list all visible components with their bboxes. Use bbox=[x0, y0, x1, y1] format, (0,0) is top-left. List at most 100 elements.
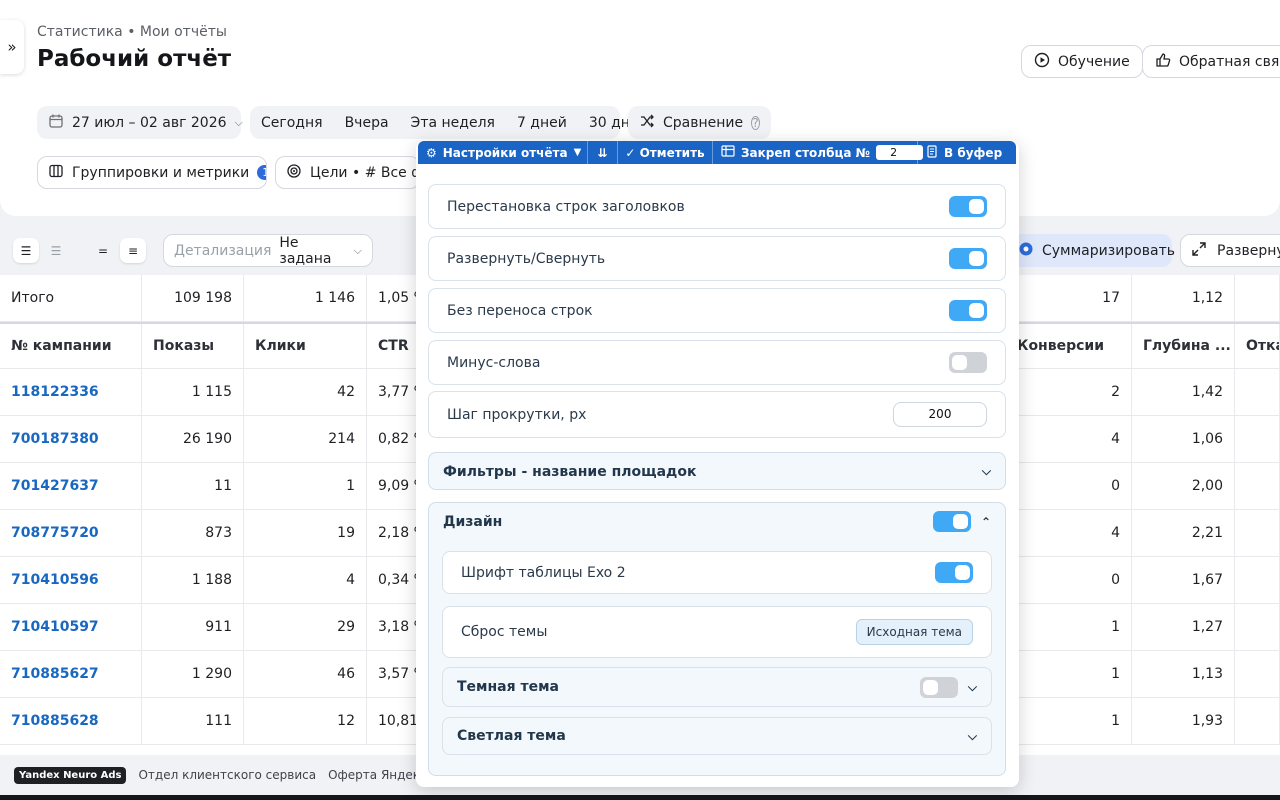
list-view-icon[interactable]: ☰ bbox=[13, 238, 39, 263]
campaign-link[interactable]: 710410597 bbox=[0, 604, 142, 650]
col-campaign[interactable]: № кампании bbox=[0, 324, 142, 368]
col-clicks[interactable]: Клики bbox=[244, 324, 367, 368]
option-minus-words: Минус-слова bbox=[428, 340, 1006, 385]
training-button[interactable]: Обучение bbox=[1021, 45, 1143, 78]
dark-theme-toggle[interactable] bbox=[919, 676, 958, 698]
campaign-link[interactable]: 701427637 bbox=[0, 463, 142, 509]
light-theme-accordion[interactable]: Светлая тема ⌵ bbox=[442, 717, 992, 755]
clicks-cell: 29 bbox=[244, 604, 367, 650]
option-header-reorder: Перестановка строк заголовков bbox=[428, 184, 1006, 229]
feedback-button[interactable]: Обратная связь bbox=[1142, 45, 1280, 78]
design-accordion-header[interactable]: Дизайн ⌃ bbox=[429, 503, 1005, 540]
option-scroll-step: Шаг прокрутки, px 200 bbox=[428, 391, 1006, 438]
range-yesterday[interactable]: Вчера bbox=[345, 115, 389, 131]
minus-words-toggle[interactable] bbox=[949, 352, 987, 373]
bounce-cell bbox=[1235, 369, 1280, 415]
goals-button[interactable]: Цели • # Все ф bbox=[275, 156, 420, 189]
range-this-week[interactable]: Эта неделя bbox=[411, 115, 495, 131]
breadcrumb[interactable]: Статистика • Мои отчёты bbox=[37, 24, 227, 40]
campaign-link[interactable]: 700187380 bbox=[0, 416, 142, 462]
col-depth[interactable]: Глубина ... bbox=[1132, 324, 1235, 368]
report-settings-panel: ⚙ Настройки отчёта ▼ ⇊ ✓ Отметить Закреп… bbox=[416, 141, 1019, 787]
campaign-link[interactable]: 710885627 bbox=[0, 651, 142, 697]
row-density-toggle: = ≡ bbox=[86, 234, 155, 267]
shows-cell: 111 bbox=[142, 698, 244, 744]
sidebar-expand-button[interactable]: » bbox=[0, 20, 24, 74]
campaign-link[interactable]: 710410596 bbox=[0, 557, 142, 603]
density-compact-icon[interactable]: ≡ bbox=[120, 238, 146, 263]
no-wrap-toggle[interactable] bbox=[949, 300, 987, 321]
comparison-button[interactable]: Сравнение ? bbox=[628, 106, 771, 139]
depth-cell: 1,67 bbox=[1132, 557, 1235, 603]
dark-theme-accordion[interactable]: Темная тема ⌵ bbox=[442, 667, 992, 707]
option-label: Минус-слова bbox=[447, 354, 541, 371]
totals-label: Итого bbox=[0, 275, 142, 321]
bounce-cell bbox=[1235, 463, 1280, 509]
font-toggle[interactable] bbox=[935, 562, 973, 583]
scroll-step-input[interactable]: 200 bbox=[893, 402, 987, 427]
col-conversions[interactable]: Конверсии bbox=[1006, 324, 1132, 368]
groupings-count-badge: 13 bbox=[257, 165, 266, 180]
play-circle-icon bbox=[1034, 52, 1050, 72]
chevron-up-icon[interactable]: ⌃ bbox=[981, 515, 991, 529]
totals-clicks: 1 146 bbox=[244, 275, 367, 321]
option-no-wrap: Без переноса строк bbox=[428, 288, 1006, 333]
settings-toolbar: ⚙ Настройки отчёта ▼ ⇊ ✓ Отметить Закреп… bbox=[418, 141, 1016, 164]
expand-button[interactable]: Развернуть bbox=[1180, 234, 1280, 267]
bounce-cell bbox=[1235, 604, 1280, 650]
clicks-cell: 1 bbox=[244, 463, 367, 509]
option-label: Без переноса строк bbox=[447, 302, 593, 319]
conversions-cell: 4 bbox=[1006, 510, 1132, 556]
compact-list-icon[interactable]: ☰ bbox=[43, 238, 69, 263]
detail-value: Не задана bbox=[279, 234, 332, 267]
copy-buffer-button[interactable]: В буфер bbox=[918, 141, 1016, 164]
range-7-days[interactable]: 7 дней bbox=[517, 115, 567, 131]
date-range-picker[interactable]: 27 июл – 02 авг 2026 ⌵ bbox=[37, 106, 243, 139]
detail-select[interactable]: Детализация Не задана ⌵ bbox=[163, 234, 373, 267]
design-toggle[interactable] bbox=[932, 511, 971, 532]
yandex-neuro-ads-logo[interactable]: Yandex Neuro Ads bbox=[14, 766, 127, 784]
feedback-label: Обратная связь bbox=[1179, 53, 1280, 70]
shows-cell: 873 bbox=[142, 510, 244, 556]
conversions-cell: 2 bbox=[1006, 369, 1132, 415]
shows-cell: 1 290 bbox=[142, 651, 244, 697]
help-icon[interactable]: ? bbox=[751, 115, 760, 130]
gear-icon: ⚙ bbox=[426, 145, 437, 160]
clicks-cell: 19 bbox=[244, 510, 367, 556]
mark-button[interactable]: ✓ Отметить bbox=[618, 141, 713, 164]
density-normal-icon[interactable]: = bbox=[90, 238, 116, 263]
collapse-all-button[interactable]: ⇊ bbox=[588, 141, 618, 164]
col-bounce[interactable]: Отка bbox=[1235, 324, 1280, 368]
view-mode-toggle: ☰ ☰ bbox=[9, 234, 78, 267]
bounce-cell bbox=[1235, 698, 1280, 744]
chevron-down-icon: ⌵ bbox=[234, 115, 243, 129]
scroll-step-label: Шаг прокрутки, px bbox=[447, 406, 587, 423]
summarize-button[interactable]: Суммаризировать bbox=[1010, 234, 1175, 267]
header-reorder-toggle[interactable] bbox=[949, 196, 987, 217]
shows-cell: 11 bbox=[142, 463, 244, 509]
filters-accordion[interactable]: Фильтры - название площадок ⌵ bbox=[428, 452, 1006, 490]
pin-column-input[interactable] bbox=[876, 145, 924, 160]
campaign-link[interactable]: 710885628 bbox=[0, 698, 142, 744]
campaign-link[interactable]: 118122336 bbox=[0, 369, 142, 415]
chevron-down-icon: ⌵ bbox=[353, 243, 362, 257]
campaign-link[interactable]: 708775720 bbox=[0, 510, 142, 556]
goals-label: Цели • # Все ф bbox=[310, 164, 420, 181]
totals-bounce bbox=[1235, 275, 1280, 321]
default-theme-button[interactable]: Исходная тема bbox=[855, 619, 973, 645]
filters-accordion-header[interactable]: Фильтры - название площадок ⌵ bbox=[429, 453, 1005, 490]
settings-menu-button[interactable]: ⚙ Настройки отчёта ▼ bbox=[418, 141, 588, 164]
bounce-cell bbox=[1235, 557, 1280, 603]
expand-label: Развернуть bbox=[1217, 242, 1280, 259]
range-today[interactable]: Сегодня bbox=[261, 115, 323, 131]
support-link[interactable]: Отдел клиентского сервиса bbox=[138, 768, 316, 782]
table-icon bbox=[721, 145, 735, 160]
expand-collapse-toggle[interactable] bbox=[949, 248, 987, 269]
groupings-metrics-button[interactable]: Группировки и метрики 13 bbox=[37, 156, 267, 189]
totals-conversions: 17 bbox=[1006, 275, 1132, 321]
clicks-cell: 4 bbox=[244, 557, 367, 603]
conversions-cell: 0 bbox=[1006, 557, 1132, 603]
col-shows[interactable]: Показы bbox=[142, 324, 244, 368]
depth-cell: 2,00 bbox=[1132, 463, 1235, 509]
shuffle-icon bbox=[639, 113, 655, 133]
